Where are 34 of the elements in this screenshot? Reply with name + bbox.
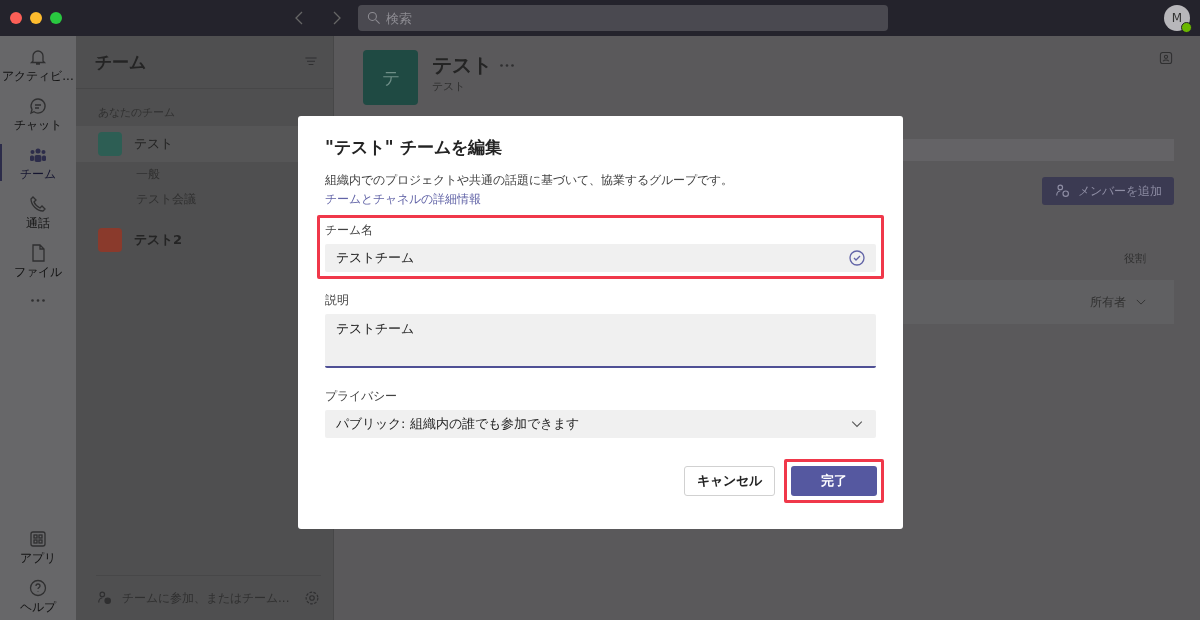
field-label: プライバシー (325, 388, 398, 405)
settings-icon (303, 589, 321, 607)
app-bar-tab[interactable]: アクティビ... (0, 40, 76, 89)
team-avatar: テ (363, 50, 418, 105)
minimize-window-button[interactable] (30, 12, 42, 24)
details-link[interactable]: チームとチャネルの詳細情報 (325, 192, 481, 206)
status-dot (1181, 22, 1192, 33)
add-people-icon (1054, 182, 1072, 200)
privacy-dropdown[interactable]: パブリック: 組織内の誰でも参加できます (325, 410, 876, 438)
chat-icon (28, 95, 48, 116)
add-people-icon (96, 589, 114, 607)
help-icon (28, 577, 48, 598)
add-member-button[interactable]: メンバーを追加 (1042, 177, 1174, 205)
apps-icon (28, 528, 48, 549)
field-label: チーム名 (325, 222, 374, 239)
search-icon (366, 10, 382, 26)
app-bar-tab[interactable]: 通話 (0, 187, 76, 236)
maximize-window-button[interactable] (50, 12, 62, 24)
dialog-description: 組織内でのプロジェクトや共通の話題に基づいて、協業するグループです。 チームとチャネルの詳細情報 (325, 172, 734, 208)
app-bar-tab[interactable]: チャット (0, 89, 76, 138)
app-bar-tab[interactable]: ヘルプ (0, 571, 76, 620)
user-avatar[interactable]: M (1164, 5, 1190, 31)
cancel-button[interactable]: キャンセル (684, 466, 775, 496)
field-label: 説明 (325, 292, 350, 309)
app-bar-tab[interactable]: ファイル (0, 236, 76, 285)
person-icon (1158, 50, 1174, 66)
done-button[interactable]: 完了 (791, 466, 877, 496)
input-field[interactable]: テストチーム (325, 314, 876, 368)
close-window-button[interactable] (10, 12, 22, 24)
app-bar-tab[interactable]: アプリ (0, 522, 76, 571)
app-bar-tab[interactable]: チーム (0, 138, 76, 187)
search-field[interactable]: 検索 (358, 5, 888, 31)
input-field[interactable]: テストチーム (325, 244, 876, 272)
more-icon[interactable] (31, 299, 45, 302)
